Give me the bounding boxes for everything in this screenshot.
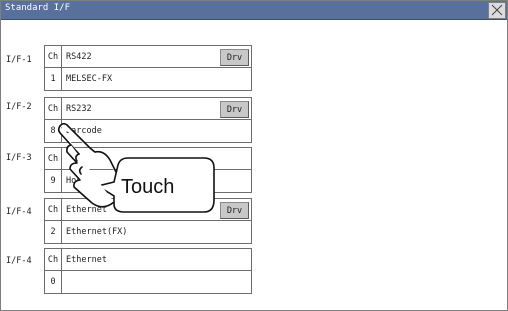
touch-callout: Touch bbox=[121, 176, 175, 198]
hand-pointer-icon bbox=[57, 122, 215, 213]
